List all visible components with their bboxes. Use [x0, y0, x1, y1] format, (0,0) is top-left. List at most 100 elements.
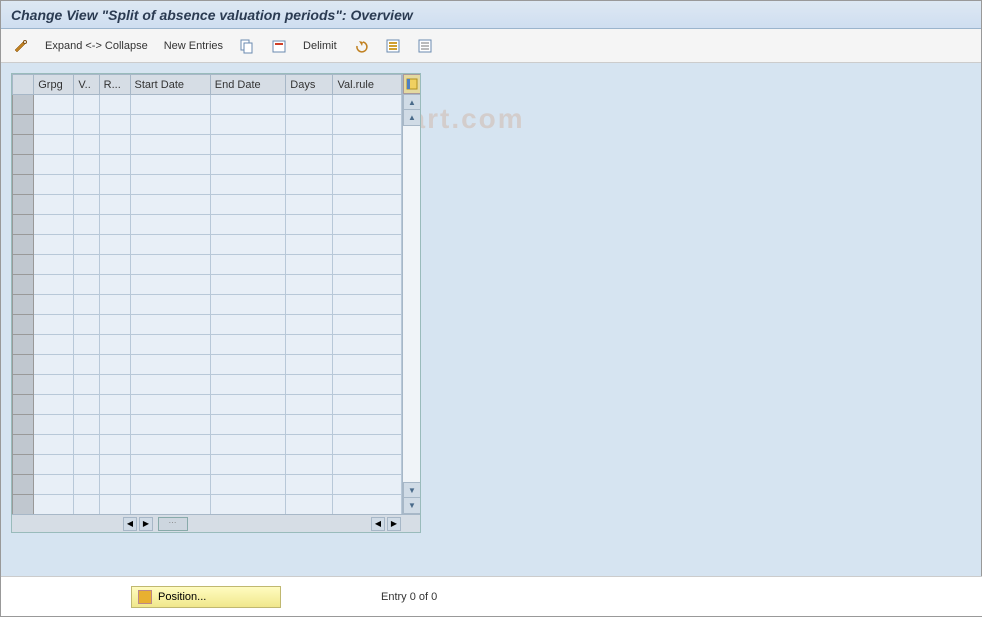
table-cell[interactable]: [286, 175, 333, 195]
table-cell[interactable]: [333, 335, 402, 355]
table-cell[interactable]: [34, 195, 74, 215]
table-cell[interactable]: [286, 375, 333, 395]
table-row[interactable]: [13, 255, 402, 275]
col-header-end-date[interactable]: End Date: [210, 75, 286, 95]
table-cell[interactable]: [333, 275, 402, 295]
scroll-right-button[interactable]: ▶: [387, 517, 401, 531]
vertical-scroll-track[interactable]: [403, 126, 420, 482]
table-cell[interactable]: [333, 475, 402, 495]
table-cell[interactable]: [130, 135, 210, 155]
table-cell[interactable]: [333, 295, 402, 315]
table-row[interactable]: [13, 455, 402, 475]
table-cell[interactable]: [74, 335, 99, 355]
table-cell[interactable]: [74, 355, 99, 375]
select-all-button[interactable]: [381, 36, 405, 56]
col-header-days[interactable]: Days: [286, 75, 333, 95]
table-row[interactable]: [13, 395, 402, 415]
table-cell[interactable]: [210, 335, 286, 355]
row-selector-cell[interactable]: [13, 375, 34, 395]
table-row[interactable]: [13, 155, 402, 175]
table-cell[interactable]: [333, 435, 402, 455]
table-cell[interactable]: [74, 215, 99, 235]
table-cell[interactable]: [286, 195, 333, 215]
row-selector-cell[interactable]: [13, 275, 34, 295]
table-cell[interactable]: [210, 275, 286, 295]
table-cell[interactable]: [130, 355, 210, 375]
scroll-right-step-button[interactable]: ▶: [139, 517, 153, 531]
table-row[interactable]: [13, 135, 402, 155]
table-cell[interactable]: [34, 235, 74, 255]
table-cell[interactable]: [286, 355, 333, 375]
col-header-grpg[interactable]: Grpg: [34, 75, 74, 95]
row-selector-cell[interactable]: [13, 315, 34, 335]
table-cell[interactable]: [74, 475, 99, 495]
table-cell[interactable]: [286, 275, 333, 295]
table-cell[interactable]: [99, 335, 130, 355]
table-cell[interactable]: [99, 175, 130, 195]
row-selector-cell[interactable]: [13, 455, 34, 475]
new-entries-button[interactable]: New Entries: [160, 38, 227, 54]
copy-as-button[interactable]: [235, 36, 259, 56]
delete-button[interactable]: [267, 36, 291, 56]
table-cell[interactable]: [286, 435, 333, 455]
col-header-start-date[interactable]: Start Date: [130, 75, 210, 95]
table-cell[interactable]: [333, 115, 402, 135]
table-row[interactable]: [13, 115, 402, 135]
table-cell[interactable]: [210, 375, 286, 395]
table-cell[interactable]: [333, 315, 402, 335]
col-header-r[interactable]: R...: [99, 75, 130, 95]
table-cell[interactable]: [130, 435, 210, 455]
table-cell[interactable]: [74, 255, 99, 275]
table-cell[interactable]: [34, 315, 74, 335]
table-cell[interactable]: [210, 235, 286, 255]
toggle-display-change-button[interactable]: [9, 36, 33, 56]
table-cell[interactable]: [210, 215, 286, 235]
table-cell[interactable]: [74, 295, 99, 315]
table-cell[interactable]: [130, 95, 210, 115]
table-cell[interactable]: [210, 455, 286, 475]
table-cell[interactable]: [99, 475, 130, 495]
table-cell[interactable]: [34, 395, 74, 415]
table-cell[interactable]: [333, 195, 402, 215]
table-cell[interactable]: [130, 175, 210, 195]
table-cell[interactable]: [286, 115, 333, 135]
table-cell[interactable]: [99, 195, 130, 215]
table-cell[interactable]: [286, 455, 333, 475]
table-cell[interactable]: [210, 475, 286, 495]
table-cell[interactable]: [130, 315, 210, 335]
table-cell[interactable]: [74, 95, 99, 115]
table-cell[interactable]: [99, 315, 130, 335]
table-cell[interactable]: [333, 235, 402, 255]
deselect-all-button[interactable]: [413, 36, 437, 56]
table-row[interactable]: [13, 315, 402, 335]
table-cell[interactable]: [99, 95, 130, 115]
table-cell[interactable]: [286, 95, 333, 115]
table-cell[interactable]: [130, 455, 210, 475]
table-cell[interactable]: [130, 415, 210, 435]
table-cell[interactable]: [74, 375, 99, 395]
table-cell[interactable]: [130, 215, 210, 235]
table-cell[interactable]: [130, 335, 210, 355]
scroll-left-button[interactable]: ◀: [123, 517, 137, 531]
undo-change-button[interactable]: [349, 36, 373, 56]
table-cell[interactable]: [34, 135, 74, 155]
table-cell[interactable]: [34, 435, 74, 455]
table-cell[interactable]: [99, 375, 130, 395]
table-cell[interactable]: [210, 175, 286, 195]
table-cell[interactable]: [99, 135, 130, 155]
table-row[interactable]: [13, 295, 402, 315]
table-cell[interactable]: [99, 355, 130, 375]
table-cell[interactable]: [130, 195, 210, 215]
table-row[interactable]: [13, 495, 402, 515]
table-row[interactable]: [13, 435, 402, 455]
table-cell[interactable]: [34, 355, 74, 375]
row-selector-cell[interactable]: [13, 295, 34, 315]
table-cell[interactable]: [286, 235, 333, 255]
table-cell[interactable]: [99, 155, 130, 175]
table-row[interactable]: [13, 355, 402, 375]
scroll-left-end-button[interactable]: ◀: [371, 517, 385, 531]
table-row[interactable]: [13, 475, 402, 495]
table-cell[interactable]: [130, 255, 210, 275]
table-cell[interactable]: [210, 295, 286, 315]
table-cell[interactable]: [333, 355, 402, 375]
